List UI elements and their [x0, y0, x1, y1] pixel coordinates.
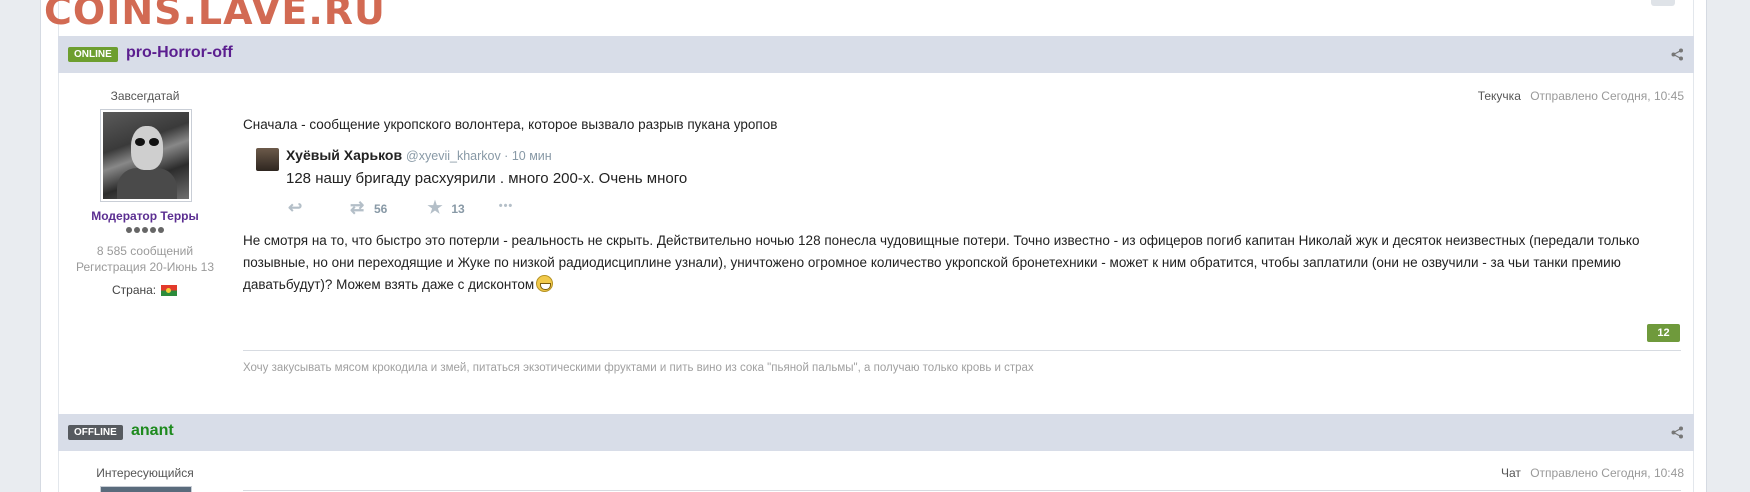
content-divider — [243, 490, 1681, 491]
post-body: Не смотря на то, что быстро это потерли … — [243, 230, 1683, 296]
post-category-link[interactable]: Текучка — [1478, 89, 1521, 103]
avatar-image — [103, 112, 189, 199]
online-status-badge: ONLINE — [68, 47, 118, 62]
retweet-count: 56 — [374, 202, 388, 216]
watermark: COINS.LAVE.RU — [44, 0, 386, 33]
avatar[interactable] — [100, 109, 192, 202]
post-category-link[interactable]: Чат — [1501, 466, 1521, 480]
post-count: 8 585 сообщений — [96, 244, 194, 258]
signature-divider — [243, 350, 1681, 351]
tweet-author-name: Хуёвый Харьков — [286, 147, 403, 163]
favorite-count: 13 — [451, 202, 465, 216]
rank-pips — [126, 227, 164, 233]
registration-date: Регистрация 20-Июнь 13 — [75, 260, 214, 274]
more-icon[interactable] — [499, 200, 517, 216]
post-meta: Текучка Отправлено Сегодня, 10:45 — [1478, 89, 1684, 103]
tweet-avatar[interactable] — [256, 148, 279, 171]
post-header: ONLINE pro-Horror-off — [58, 36, 1694, 73]
user-rank: Завсегдатай — [110, 89, 180, 103]
grin-smiley-icon — [536, 275, 554, 292]
post-header: OFFLINE anant — [58, 414, 1694, 451]
tweet-author[interactable]: Хуёвый Харьков @xyevii_kharkov · 10 мин — [286, 147, 552, 163]
tweet-text: 128 нашу бригаду расхуярили . много 200-… — [286, 170, 688, 187]
tweet-handle: @xyevii_kharkov · 10 мин — [406, 149, 552, 163]
post-meta: Чат Отправлено Сегодня, 10:48 — [1501, 466, 1684, 480]
country: Страна: — [112, 283, 178, 297]
post-date[interactable]: Отправлено Сегодня, 10:45 — [1530, 89, 1684, 103]
post-intro: Сначала - сообщение укропского волонтера… — [243, 117, 778, 132]
post-body-text: Не смотря на то, что быстро это потерли … — [243, 233, 1640, 292]
share-icon[interactable] — [1671, 426, 1684, 439]
avatar[interactable] — [100, 486, 192, 492]
author-name-link[interactable]: anant — [131, 422, 174, 440]
country-label: Страна: — [112, 283, 157, 297]
country-flag-icon — [161, 284, 178, 296]
user-group: Модератор Терры — [91, 209, 199, 223]
author-name-link[interactable]: pro-Horror-off — [126, 44, 233, 62]
scroll-top-button[interactable] — [1651, 0, 1675, 6]
offline-status-badge: OFFLINE — [68, 425, 123, 440]
retweet-icon[interactable] — [350, 198, 368, 218]
reply-icon[interactable] — [288, 198, 306, 218]
signature: Хочу закусывать мясом крокодила и змей, … — [243, 362, 1034, 374]
reputation-badge[interactable]: 12 — [1647, 324, 1680, 342]
tweet-actions: 56 13 — [288, 198, 517, 218]
share-icon[interactable] — [1671, 48, 1684, 61]
post-date[interactable]: Отправлено Сегодня, 10:48 — [1530, 466, 1684, 480]
favorite-icon[interactable] — [427, 198, 445, 218]
user-rank: Интересующийся — [96, 466, 194, 480]
